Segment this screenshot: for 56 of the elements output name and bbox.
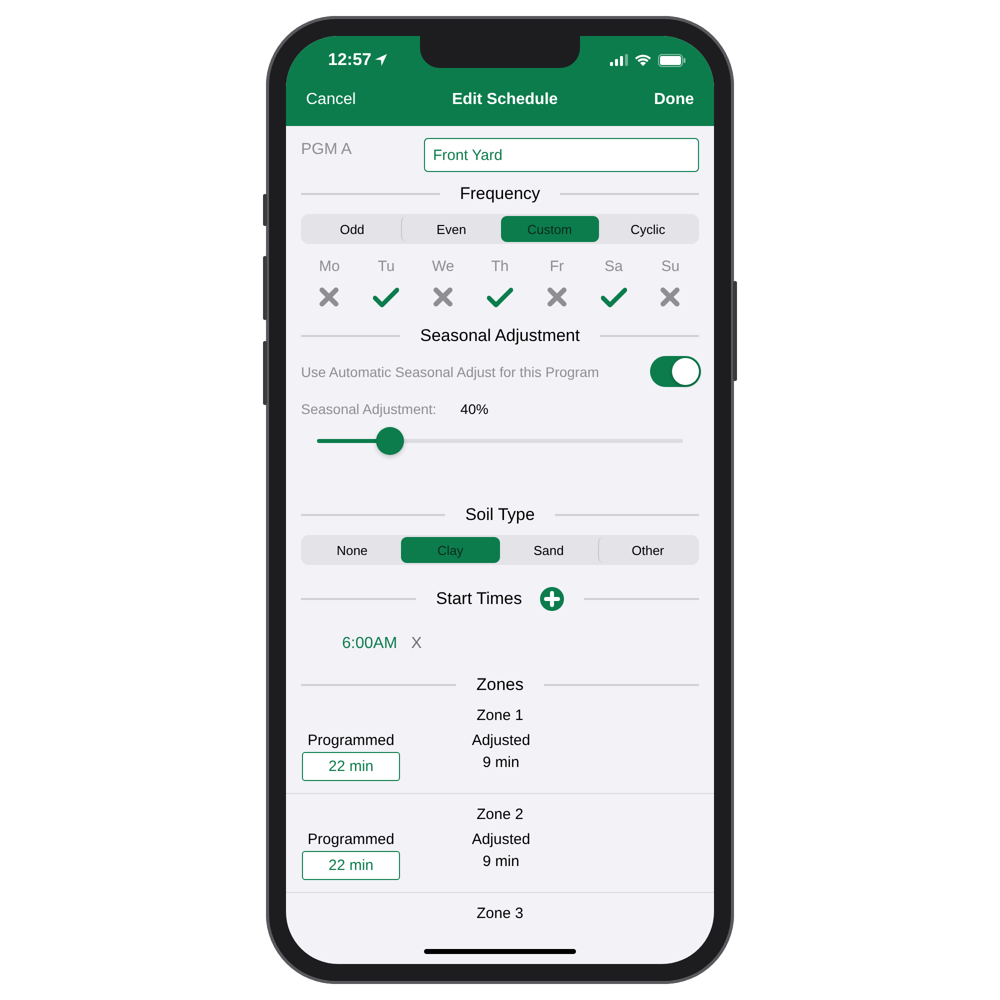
name-input-field[interactable]: Front Yard bbox=[424, 138, 699, 172]
adjustment-value: 40% bbox=[460, 401, 488, 417]
screen-title: Edit Schedule bbox=[452, 91, 558, 109]
soil-type-tab[interactable]: Sand bbox=[500, 537, 598, 563]
check-icon[interactable] bbox=[486, 287, 513, 309]
day-label: Fr bbox=[550, 258, 564, 275]
add-icon[interactable] bbox=[540, 587, 564, 611]
location-arrow-icon bbox=[374, 53, 388, 67]
day-label: Sa bbox=[604, 258, 623, 275]
toggle-label: Use Automatic Seasonal Adjust for this Program bbox=[301, 364, 600, 380]
programmed-label: Programmed bbox=[308, 831, 394, 848]
auto-adjust-switch[interactable] bbox=[650, 356, 701, 387]
section-heading: Start Times bbox=[436, 589, 522, 609]
programmed-label: Programmed bbox=[308, 732, 394, 749]
duration-field[interactable]: 22 min bbox=[302, 752, 400, 781]
remove-button[interactable]: X bbox=[411, 635, 422, 653]
frequency-tab[interactable]: Odd bbox=[303, 216, 402, 242]
day-label: Tu bbox=[378, 258, 395, 275]
soil-type-tab[interactable]: Clay bbox=[401, 537, 500, 563]
start-time[interactable]: 6:00AM bbox=[342, 635, 398, 653]
slider-thumb[interactable] bbox=[376, 427, 404, 455]
done-button[interactable]: Done bbox=[654, 91, 694, 109]
adjusted-duration: 9 min bbox=[482, 753, 520, 771]
wifi-icon bbox=[634, 54, 652, 66]
section-heading: Frequency bbox=[460, 184, 540, 204]
frequency-tab[interactable]: Custom bbox=[500, 216, 599, 242]
side-button[interactable] bbox=[263, 194, 267, 226]
section-heading: Seasonal Adjustment bbox=[420, 326, 580, 346]
zone-title: Zone 1 bbox=[476, 707, 524, 724]
section-heading: Soil Type bbox=[465, 505, 535, 525]
frequency-tab[interactable]: Cyclic bbox=[598, 216, 697, 242]
battery-icon bbox=[658, 54, 686, 66]
signal-icon bbox=[610, 54, 628, 66]
adjustment-label: Seasonal Adjustment: bbox=[301, 401, 436, 417]
day-label: Mo bbox=[319, 258, 340, 275]
cross-icon[interactable] bbox=[546, 287, 567, 307]
check-icon[interactable] bbox=[373, 287, 400, 309]
day-label: Su bbox=[661, 258, 680, 275]
program-label: PGM A bbox=[301, 141, 352, 159]
day-label: Th bbox=[491, 258, 509, 275]
section-heading: Zones bbox=[476, 675, 524, 695]
cancel-button[interactable]: Cancel bbox=[306, 91, 356, 109]
soil-type-tab[interactable]: None bbox=[303, 537, 402, 563]
check-icon[interactable] bbox=[600, 287, 627, 309]
cross-icon[interactable] bbox=[319, 287, 340, 307]
day-label: We bbox=[432, 258, 454, 275]
cross-icon[interactable] bbox=[660, 287, 680, 307]
duration-field[interactable]: 22 min bbox=[302, 851, 400, 880]
soil-type-tab[interactable]: Other bbox=[598, 537, 697, 563]
zone-title: Zone 3 bbox=[476, 905, 524, 922]
adjusted-label: Adjusted bbox=[472, 732, 530, 749]
cross-icon[interactable] bbox=[433, 287, 454, 307]
status-time: 12:57 bbox=[328, 50, 372, 70]
zone-title: Zone 2 bbox=[476, 806, 524, 823]
adjusted-label: Adjusted bbox=[472, 831, 530, 848]
adjusted-duration: 9 min bbox=[482, 852, 520, 870]
